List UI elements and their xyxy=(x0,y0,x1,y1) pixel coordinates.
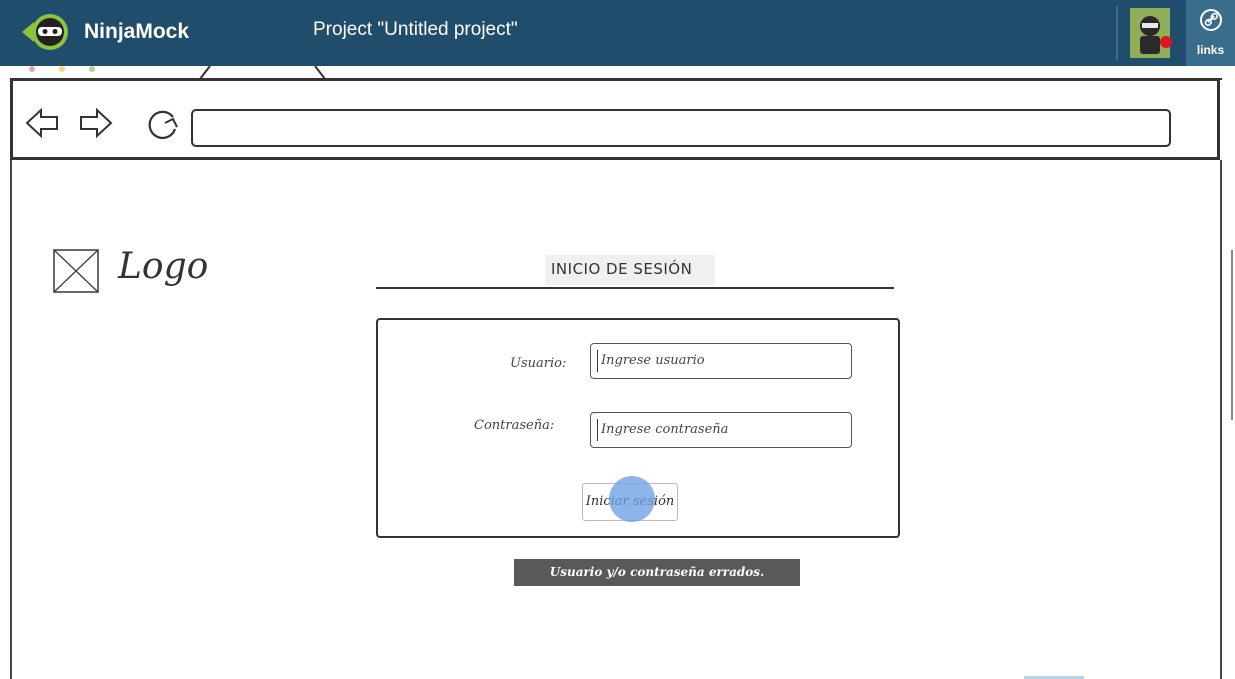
password-placeholder: Ingrese contraseña xyxy=(601,422,729,437)
login-title: INICIO DE SESIÓN xyxy=(545,255,715,285)
click-indicator xyxy=(609,476,655,522)
url-input[interactable] xyxy=(191,109,1171,147)
project-title[interactable]: Project "Untitled project" xyxy=(313,19,518,41)
scrollbar[interactable] xyxy=(1231,250,1233,420)
password-label: Contraseña: xyxy=(474,418,555,433)
app-header: NinjaMock Project "Untitled project" lin… xyxy=(0,0,1235,66)
title-divider xyxy=(376,287,894,289)
image-placeholder-icon xyxy=(53,249,99,293)
refresh-icon[interactable] xyxy=(148,110,178,139)
arrow-right-icon[interactable] xyxy=(80,107,113,139)
header-divider xyxy=(1116,6,1118,60)
password-field[interactable]: Ingrese contraseña xyxy=(590,412,852,448)
username-placeholder: Ingrese usuario xyxy=(601,353,705,368)
links-label: links xyxy=(1196,43,1225,57)
ninja-avatar-icon[interactable] xyxy=(1130,8,1174,58)
arrow-left-icon[interactable] xyxy=(25,107,58,139)
links-button[interactable]: links xyxy=(1186,0,1235,66)
browser-address-bar xyxy=(10,78,1220,160)
logo-text: Logo xyxy=(118,246,209,287)
username-label: Usuario: xyxy=(510,356,567,371)
error-message: Usuario y/o contraseña errados. xyxy=(514,559,800,586)
username-field[interactable]: Ingrese usuario xyxy=(590,343,852,379)
ninja-logo-icon xyxy=(20,12,72,52)
notification-dot xyxy=(1160,36,1172,48)
app-logo[interactable]: NinjaMock xyxy=(20,12,189,52)
app-name: NinjaMock xyxy=(84,20,190,43)
link-icon xyxy=(1200,9,1222,31)
